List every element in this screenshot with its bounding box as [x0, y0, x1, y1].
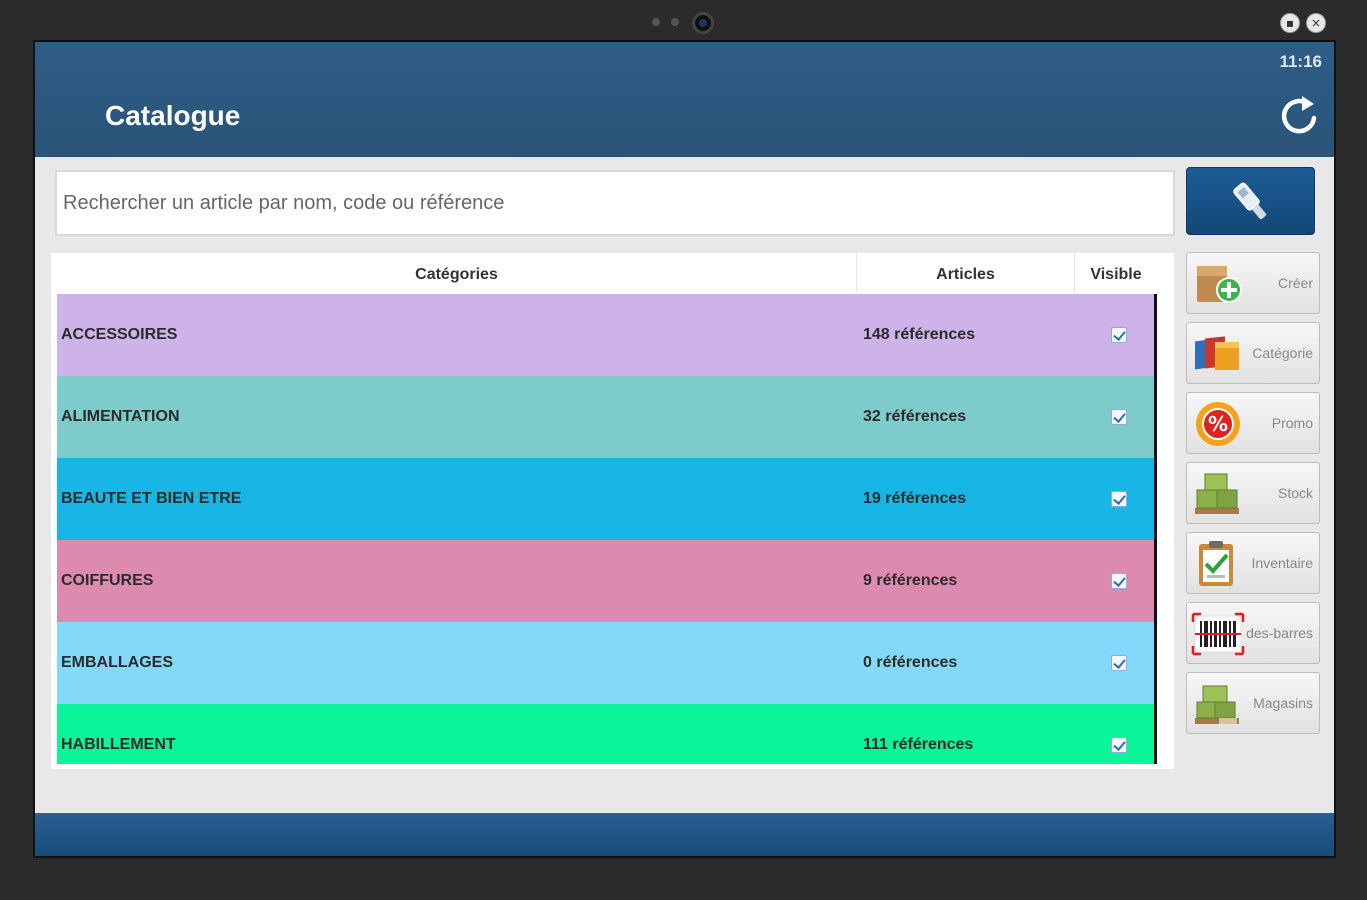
article-count: 19 références [863, 490, 967, 507]
box-add-icon [1197, 266, 1242, 303]
table-row[interactable]: BEAUTE ET BIEN ETRE 19 références [57, 458, 1154, 540]
percent-badge-icon: % [1196, 402, 1240, 446]
category-label: Catégorie [1252, 345, 1313, 361]
article-count: 9 références [863, 572, 958, 589]
category-name: ALIMENTATION [61, 408, 180, 425]
column-header-categories[interactable]: Catégories [57, 253, 857, 293]
barcode-icon [1191, 612, 1245, 656]
svg-text:%: % [1208, 412, 1228, 436]
barcode-label: des-barres [1246, 625, 1313, 641]
visible-checkbox[interactable] [1111, 491, 1127, 507]
table-row[interactable]: ACCESSOIRES 148 références [57, 294, 1154, 376]
table-row[interactable]: HABILLEMENT 111 références [57, 704, 1154, 764]
sensor-dot [652, 18, 660, 26]
close-button[interactable]: × [1306, 13, 1326, 33]
boxes-icon [1195, 473, 1239, 514]
category-name: BEAUTE ET BIEN ETRE [61, 490, 242, 507]
table-header: Catégories Articles Visible [57, 253, 1157, 293]
category-button[interactable]: Catégorie [1186, 322, 1320, 384]
app-screen: 11:16 Catalogue Catégories Articles [33, 40, 1336, 858]
table-row[interactable]: COIFFURES 9 références [57, 540, 1154, 622]
category-table: Catégories Articles Visible ACCESSOIRES … [51, 253, 1174, 769]
search-input[interactable] [57, 172, 1173, 234]
visible-checkbox[interactable] [1111, 573, 1127, 589]
visible-checkbox[interactable] [1111, 737, 1127, 753]
column-header-visible[interactable]: Visible [1075, 253, 1157, 293]
barcode-button[interactable]: des-barres [1186, 602, 1320, 664]
barcode-scanner-icon [1233, 182, 1267, 220]
article-count: 32 références [863, 408, 967, 425]
camera-icon [692, 12, 714, 34]
article-count: 0 références [863, 654, 958, 671]
promo-button[interactable]: % Promo [1186, 392, 1320, 454]
search-box [55, 170, 1175, 236]
visible-checkbox[interactable] [1111, 409, 1127, 425]
visible-checkbox[interactable] [1111, 655, 1127, 671]
warehouse-boxes-icon [1195, 685, 1239, 724]
table-row[interactable]: EMBALLAGES 0 références [57, 622, 1154, 704]
create-button[interactable]: Créer [1186, 252, 1320, 314]
sensor-dot [671, 18, 679, 26]
status-clock: 11:16 [1279, 52, 1322, 71]
promo-label: Promo [1271, 415, 1313, 431]
folders-icon [1195, 336, 1239, 370]
bottom-bar [35, 813, 1334, 856]
stores-label: Magasins [1253, 695, 1313, 711]
page-title: Catalogue [105, 100, 241, 131]
stock-label: Stock [1277, 485, 1313, 501]
visible-checkbox[interactable] [1111, 327, 1127, 343]
table-body[interactable]: ACCESSOIRES 148 références ALIMENTATION … [57, 294, 1157, 764]
stock-button[interactable]: Stock [1186, 462, 1320, 524]
action-sidebar: Créer Catégorie % Promo Stock Inventaire… [1186, 252, 1320, 742]
category-name: ACCESSOIRES [61, 326, 178, 343]
article-count: 148 références [863, 326, 976, 343]
column-header-articles[interactable]: Articles [857, 253, 1075, 293]
category-name: HABILLEMENT [61, 736, 176, 753]
minimize-button[interactable]: ▪ [1280, 13, 1300, 33]
category-name: COIFFURES [61, 572, 154, 589]
scan-button[interactable] [1186, 167, 1315, 235]
refresh-icon[interactable] [1278, 92, 1322, 138]
create-label: Créer [1277, 275, 1313, 291]
stores-button[interactable]: Magasins [1186, 672, 1320, 734]
app-header: 11:16 Catalogue [35, 42, 1334, 157]
article-count: 111 références [863, 736, 974, 753]
table-row[interactable]: ALIMENTATION 32 références [57, 376, 1154, 458]
tablet-frame: ▪ × 11:16 Catalogue Catégo [0, 0, 1367, 900]
inventory-button[interactable]: Inventaire [1186, 532, 1320, 594]
category-name: EMBALLAGES [61, 654, 173, 671]
clipboard-check-icon [1199, 541, 1233, 586]
inventory-label: Inventaire [1251, 555, 1313, 571]
